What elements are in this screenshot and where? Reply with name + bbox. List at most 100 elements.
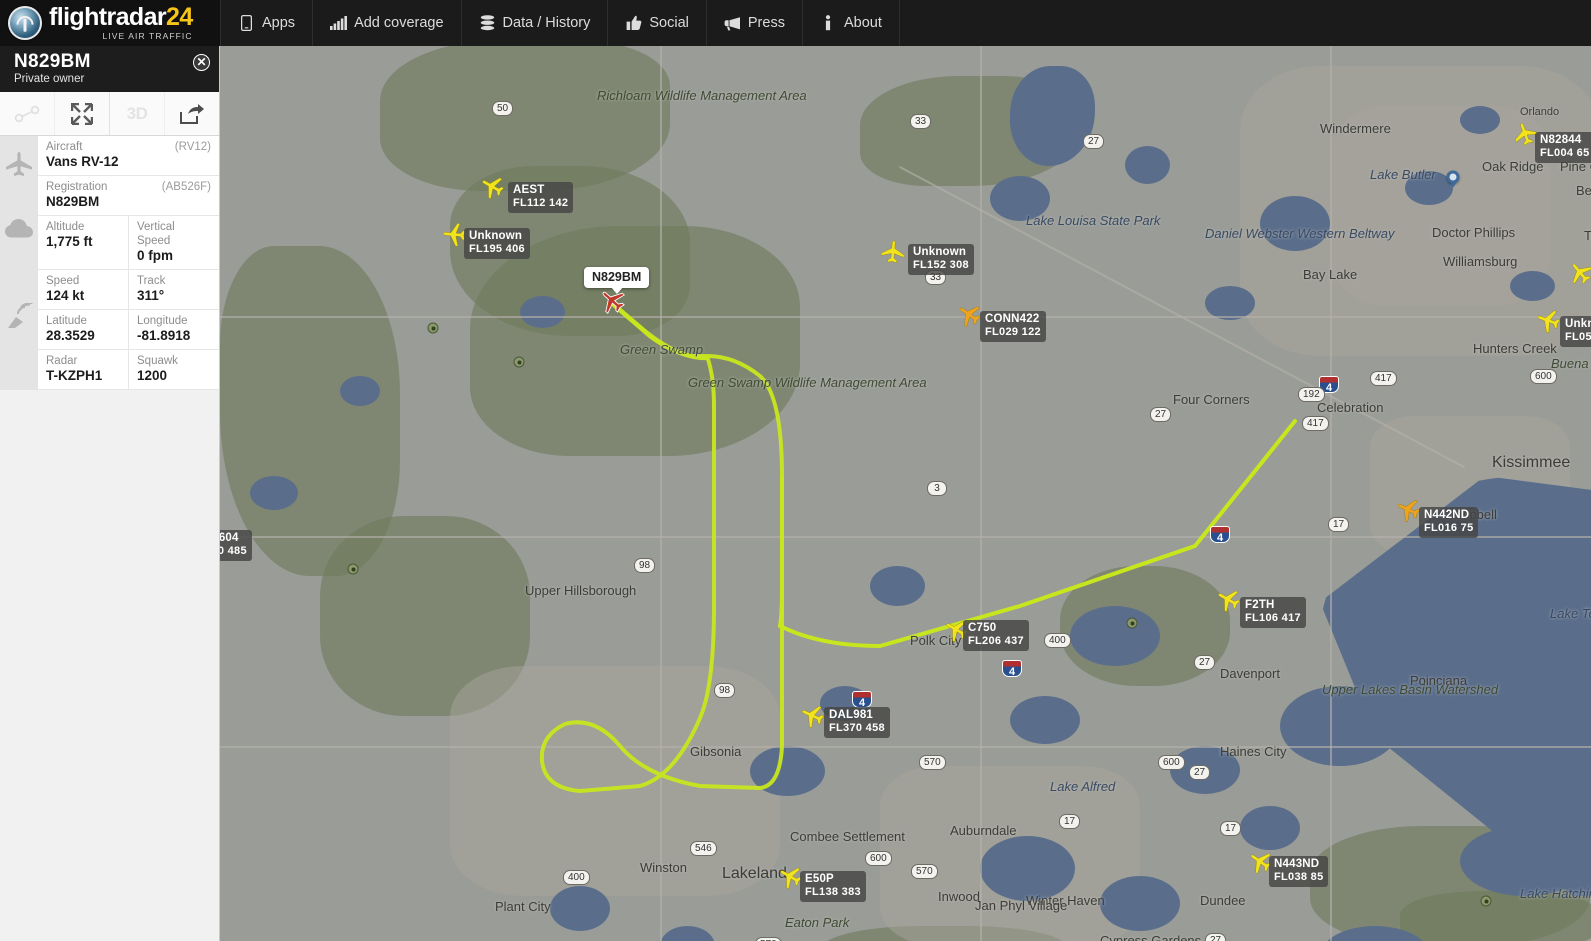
share-icon	[180, 103, 204, 124]
info-key-sub: (AB526F)	[161, 181, 211, 193]
info-value: -81.8918	[137, 328, 191, 343]
highway-shield: 570	[755, 937, 782, 941]
lake	[1380, 586, 1440, 628]
aircraft-label[interactable]: E50P FL138 383	[800, 871, 866, 902]
brand-name: flightradar24	[49, 3, 193, 32]
fit-to-screen-button[interactable]	[55, 92, 110, 135]
aircraft-label[interactable]: CONN422 FL029 122	[980, 311, 1046, 342]
aircraft-label[interactable]: UnknownFL056 189	[1560, 316, 1591, 347]
route-button[interactable]	[0, 92, 55, 135]
park-marker	[1126, 617, 1138, 629]
lake	[1260, 196, 1330, 251]
close-icon[interactable]: ✕	[193, 54, 210, 71]
aircraft-flightlevel: FL370 458	[829, 722, 885, 734]
aircraft-icon[interactable]	[881, 240, 905, 269]
aircraft-label[interactable]: N443ND FL038 85	[1269, 856, 1329, 887]
aircraft-label[interactable]: F2TH FL106 417	[1240, 597, 1306, 628]
3d-view-button[interactable]: 3D	[110, 92, 165, 135]
aircraft-flightlevel: FL029 122	[985, 326, 1041, 338]
nav-items: Apps Add coverage Data / History Social …	[220, 0, 900, 46]
megaphone-icon	[724, 14, 741, 32]
aircraft-icon[interactable]	[957, 303, 981, 332]
aircraft-label[interactable]: C750 FL206 437	[963, 620, 1029, 651]
cloud-icon	[5, 219, 33, 243]
lake	[1100, 876, 1180, 931]
aircraft-icon[interactable]	[1568, 261, 1591, 290]
info-row: Latitude 28.3529 Longitude -81.8918	[38, 310, 219, 350]
aircraft-callsign: N443ND	[1274, 858, 1320, 870]
highway-shield: 546	[690, 841, 717, 856]
highway-shield: 417	[1370, 371, 1397, 386]
info-value: N829BM	[46, 194, 100, 209]
aircraft-icon[interactable]	[778, 865, 803, 894]
panel-header: N829BM Private owner ✕	[0, 46, 219, 92]
aircraft-label-clipped[interactable]: L2604040 485	[220, 530, 252, 561]
lake	[340, 376, 380, 406]
highway-shield: 27	[1083, 134, 1105, 149]
nav-item-about[interactable]: About	[803, 0, 900, 46]
aircraft-icon[interactable]	[1536, 309, 1561, 338]
orlando-airport-marker[interactable]	[1446, 170, 1460, 188]
aircraft-icon[interactable]	[800, 704, 825, 733]
aircraft-icon[interactable]	[1513, 122, 1538, 151]
road	[220, 316, 1591, 318]
info-row: Altitude 1,775 ft Vertical Speed 0 fpm	[38, 216, 219, 270]
map-canvas[interactable]: WindermereLake ButlerOak RidgePine Castl…	[220, 46, 1591, 941]
terrain-green	[1400, 891, 1591, 941]
place-label: Lake Louisa State Park	[1026, 213, 1161, 228]
info-key: Radar	[46, 355, 78, 367]
road	[980, 46, 982, 941]
aircraft-flightlevel: FL138 383	[805, 886, 861, 898]
aircraft-flightlevel: FL195 406	[469, 243, 525, 255]
aircraft-label[interactable]: DAL981 FL370 458	[824, 707, 890, 738]
aircraft-label[interactable]: AEST FL112 142	[508, 182, 574, 213]
info-key: Squawk	[137, 355, 178, 367]
nav-item-add-coverage[interactable]: Add coverage	[313, 0, 462, 46]
flightradar24-app: flightradar24 LIVE AIR TRAFFIC Apps Add …	[0, 0, 1591, 941]
aircraft-label[interactable]: Unknown FL195 406	[464, 228, 530, 259]
aircraft-label[interactable]: N82844 FL004 65	[1535, 132, 1591, 163]
info-cell: Vertical Speed 0 fpm	[128, 216, 219, 269]
highway-shield: 600	[865, 851, 892, 866]
aircraft-label[interactable]: N442ND FL016 75	[1419, 507, 1479, 538]
park-marker	[513, 356, 525, 368]
info-key: Longitude	[137, 315, 188, 327]
place-label: Upper Hillsborough	[525, 583, 637, 598]
nav-item-apps[interactable]: Apps	[220, 0, 314, 46]
3d-label: 3D	[126, 103, 148, 123]
info-row: Speed 124 kt Track 311°	[38, 270, 219, 310]
info-key: Altitude	[46, 221, 85, 233]
nav-item-label: Add coverage	[354, 15, 444, 31]
info-cell: Speed 124 kt	[38, 270, 128, 309]
nav-item-press[interactable]: Press	[707, 0, 803, 46]
nav-item-social[interactable]: Social	[608, 0, 707, 46]
lake	[550, 886, 610, 931]
highway-shield: 400	[563, 870, 590, 885]
highway-shield: 98	[634, 558, 656, 573]
info-value: 28.3529	[46, 328, 95, 343]
highway-shield: 4	[1210, 526, 1230, 544]
panel-toolbar: 3D	[0, 92, 219, 136]
radar-antenna-icon	[5, 301, 33, 334]
info-cell: Radar T-KZPH1	[38, 350, 128, 389]
highway-shield: 600	[1158, 755, 1185, 770]
database-icon	[479, 14, 496, 32]
lake	[1070, 606, 1160, 666]
aircraft-callsign: L2604	[220, 532, 239, 544]
aircraft-label[interactable]: Unknown FL152 308	[908, 244, 974, 275]
aircraft-icon[interactable]	[1216, 588, 1241, 617]
lake	[520, 296, 565, 328]
panel-owner: Private owner	[14, 73, 85, 85]
brand-logo[interactable]: flightradar24 LIVE AIR TRAFFIC	[0, 0, 220, 46]
aircraft-flightlevel: FL004 65	[1540, 147, 1590, 159]
aircraft-icon[interactable]	[442, 223, 466, 252]
selected-aircraft-callout[interactable]: N829BM	[584, 267, 650, 294]
share-button[interactable]	[165, 92, 219, 135]
road	[1330, 46, 1332, 941]
aircraft-icon[interactable]	[1396, 498, 1421, 527]
highway-shield: 27	[1189, 765, 1211, 780]
nav-item-label: Social	[649, 15, 689, 31]
phone-icon	[238, 14, 255, 32]
nav-item-data-history[interactable]: Data / History	[462, 0, 609, 46]
aircraft-icon[interactable]	[480, 175, 505, 204]
